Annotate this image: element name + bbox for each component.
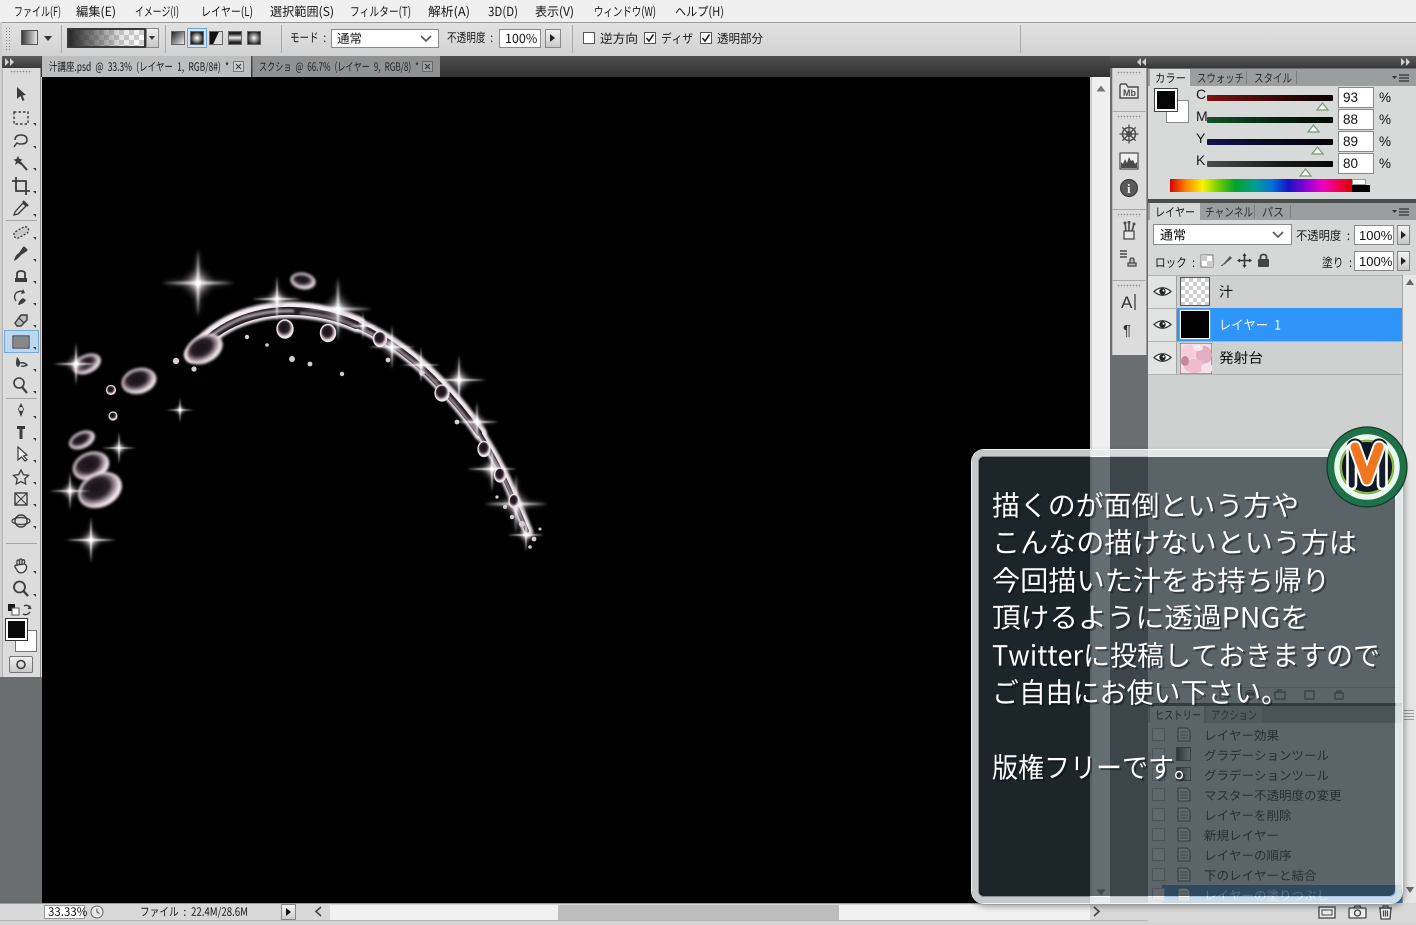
svg-text:¶: ¶	[1123, 322, 1131, 339]
svg-text:Mb: Mb	[1123, 88, 1136, 98]
svg-text:i: i	[1127, 181, 1131, 196]
svg-text:A: A	[1121, 293, 1133, 312]
